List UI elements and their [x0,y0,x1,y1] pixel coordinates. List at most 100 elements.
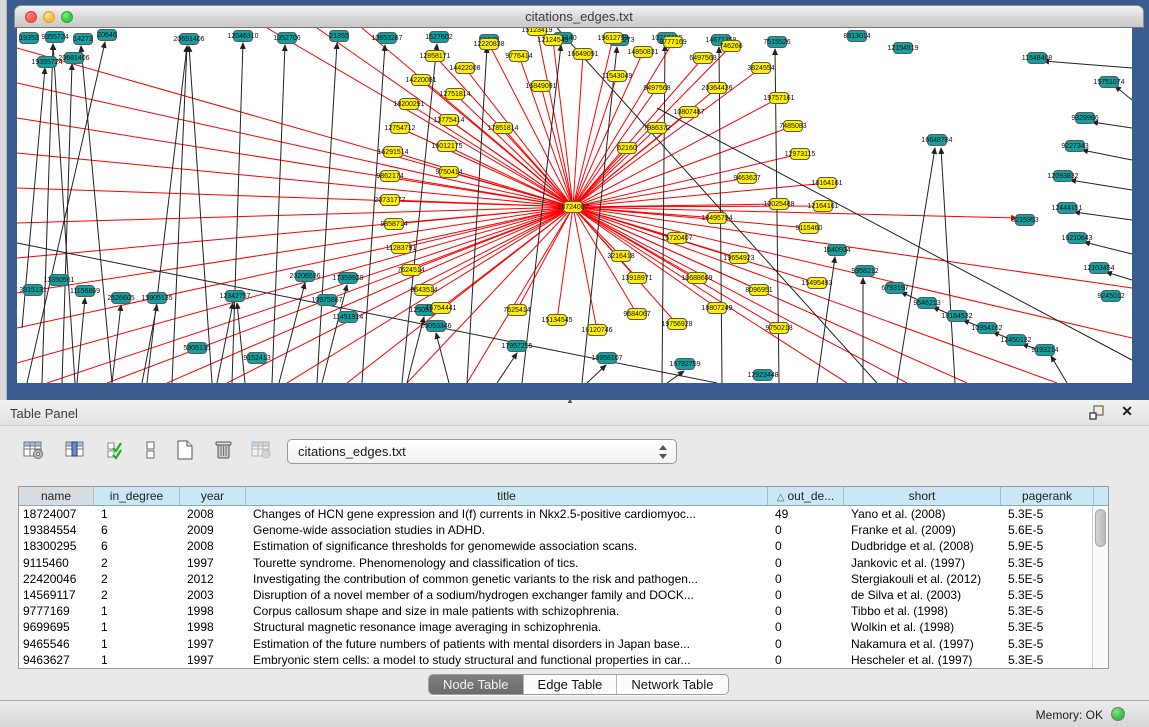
cell-out_de[interactable]: 0 [768,571,844,587]
network-node[interactable]: 746266 [721,40,741,52]
cell-title[interactable]: Corpus callosum shape and size in male p… [246,603,768,619]
network-node[interactable]: 9245012 [1101,290,1121,302]
cell-year[interactable]: 2012 [180,571,246,587]
column-header-pagerank[interactable]: pagerank [1001,487,1094,505]
cell-name[interactable]: 9465546 [19,636,94,652]
cell-in_degree[interactable]: 2 [94,555,180,571]
cell-out_de[interactable]: 0 [768,522,844,538]
network-node[interactable]: 7624514 [401,264,421,276]
network-node[interactable]: 9463627 [737,172,757,184]
network-node[interactable]: 18200291 [399,98,419,110]
network-node[interactable]: 12342757 [225,290,245,302]
cell-short[interactable]: Dudbridge et al. (2008) [844,538,1001,554]
cell-out_de[interactable]: 0 [768,555,844,571]
network-node[interactable]: 12220838 [479,38,499,50]
cell-in_degree[interactable]: 6 [94,538,180,554]
network-node[interactable]: 15495493 [807,277,827,289]
cell-out_de[interactable]: 0 [768,636,844,652]
network-node[interactable]: 18495794 [707,212,727,224]
cell-year[interactable]: 2003 [180,587,246,603]
cell-year[interactable]: 2008 [180,538,246,554]
cell-pagerank[interactable]: 5.5E-5 [1001,571,1092,587]
cell-title[interactable]: Structural magnetic resonance image aver… [246,619,768,635]
network-node[interactable]: 9862174 [380,170,400,182]
cell-year[interactable]: 1997 [180,636,246,652]
network-node[interactable]: 19612793 [603,32,623,44]
cell-name[interactable]: 18724007 [19,506,94,522]
network-node[interactable]: 11548408 [1027,52,1047,64]
cell-pagerank[interactable]: 5.3E-5 [1001,603,1092,619]
cell-title[interactable]: Genome-wide association studies in ADHD. [246,522,768,538]
cell-pagerank[interactable]: 5.3E-5 [1001,636,1092,652]
cell-short[interactable]: de Silva et al. (2003) [844,587,1001,603]
table-row[interactable]: 1830029562008Estimation of significance … [19,538,1092,554]
network-node[interactable]: 18807249 [707,302,727,314]
network-node[interactable]: 19756928 [667,318,687,330]
network-node[interactable]: 6497568 [693,52,713,64]
network-table-select[interactable]: citations_edges.txt [287,439,677,464]
network-node[interactable]: 9750218 [769,322,789,334]
network-node[interactable]: 16754441 [431,302,451,314]
cell-short[interactable]: Jankovic et al. (1997) [844,555,1001,571]
select-stepper-icon[interactable] [659,444,668,460]
network-node[interactable]: 16648784 [927,134,947,146]
network-node[interactable]: 10688609 [687,272,707,284]
network-node[interactable]: 14220081 [411,74,431,86]
network-node[interactable]: 19654923 [729,252,749,264]
cell-in_degree[interactable]: 2 [94,571,180,587]
network-node[interactable]: 12751814 [445,88,465,100]
network-node[interactable]: 1640934 [827,244,847,256]
network-node[interactable]: 7986372 [647,122,667,134]
close-panel-icon[interactable]: ✕ [1121,403,1133,420]
network-node[interactable]: 3824554 [751,62,771,74]
network-node[interactable]: 6793197 [885,282,905,294]
network-node[interactable]: 9227343 [1065,140,1085,152]
column-header-out_de[interactable]: △out_de... [768,487,844,505]
cell-out_de[interactable]: 0 [768,652,844,668]
cell-pagerank[interactable]: 5.3E-5 [1001,506,1092,522]
network-node[interactable]: 9546213 [917,297,937,309]
network-node[interactable]: 10025488 [769,198,789,210]
network-node[interactable]: 12154519 [893,42,913,54]
network-node[interactable]: 7515526 [767,36,787,48]
network-node[interactable]: 16120746 [587,324,607,336]
network-node[interactable]: 12923448 [753,369,773,381]
cell-year[interactable]: 1997 [180,555,246,571]
cell-pagerank[interactable]: 5.3E-5 [1001,619,1092,635]
network-node[interactable]: 20364436 [707,82,727,94]
network-node[interactable]: 13350561 [49,274,69,286]
table-row[interactable]: 969969511998Structural magnetic resonanc… [19,619,1092,635]
network-node[interactable]: 12444151 [1057,202,1077,214]
network-node[interactable]: 11451914 [338,311,358,323]
network-node[interactable]: 10975887 [317,294,337,306]
cell-out_de[interactable]: 0 [768,619,844,635]
network-node[interactable]: 1352706 [277,32,297,44]
network-node[interactable]: 9152413 [247,352,267,364]
table-row[interactable]: 977716911998Corpus callosum shape and si… [19,603,1092,619]
cell-in_degree[interactable]: 1 [94,619,180,635]
network-node[interactable]: 20731777 [380,194,400,206]
network-node[interactable]: 9750414 [439,166,459,178]
cell-title[interactable]: Estimation of the future numbers of pati… [246,636,768,652]
network-node[interactable]: 7485083 [783,120,803,132]
network-node[interactable]: 9684067 [627,308,647,320]
tab-network-table[interactable]: Network Table [617,675,727,694]
cell-title[interactable]: Changes of HCN gene expression and I(f) … [246,506,768,522]
cell-name[interactable]: 9699695 [19,619,94,635]
cell-short[interactable]: Yano et al. (2008) [844,506,1001,522]
network-node[interactable]: 14273 [73,33,93,45]
network-node[interactable]: 12754712 [390,122,410,134]
cell-pagerank[interactable]: 5.3E-5 [1001,652,1092,668]
column-header-year[interactable]: year [180,487,246,505]
network-node[interactable]: 16210643 [1067,232,1087,244]
network-node[interactable]: 12093832 [1053,170,1073,182]
cell-in_degree[interactable]: 1 [94,636,180,652]
split-divider-handle[interactable]: ▲ [566,396,574,405]
network-node[interactable]: 9776414 [509,50,529,62]
cell-short[interactable]: Tibbo et al. (1998) [844,603,1001,619]
network-node[interactable]: 12046310 [233,30,253,42]
network-node[interactable]: 9858714 [384,218,404,230]
cell-name[interactable]: 9115460 [19,555,94,571]
cell-title[interactable]: Estimation of significance thresholds fo… [246,538,768,554]
cell-year[interactable]: 1998 [180,619,246,635]
